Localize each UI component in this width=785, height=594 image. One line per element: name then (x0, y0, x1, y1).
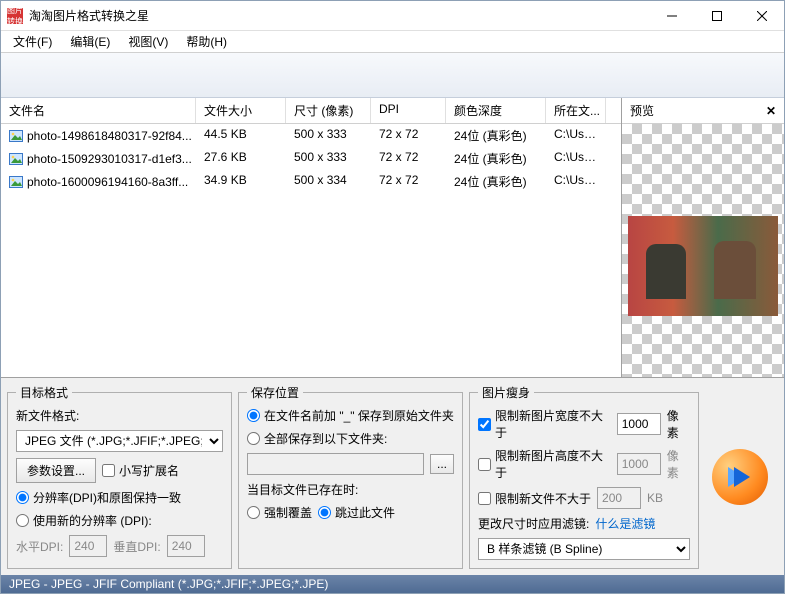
new-format-label: 新文件格式: (16, 407, 223, 424)
cell-dpi: 72 x 72 (371, 147, 446, 170)
filter-label: 更改尺寸时应用滤镜: (478, 515, 589, 532)
cell-depth: 24位 (真彩色) (446, 147, 546, 170)
titlebar: 图片转换 淘淘图片格式转换之星 (1, 1, 784, 31)
limit-width-input[interactable] (617, 413, 661, 435)
legend-target: 目标格式 (16, 384, 72, 401)
legend-resize: 图片瘦身 (478, 384, 534, 401)
radio-keep-dpi[interactable]: 分辨率(DPI)和原图保持一致 (16, 489, 223, 506)
cb-limit-height[interactable]: 限制新图片高度不大于 (478, 447, 611, 481)
cell-name: photo-1498618480317-92f84... (1, 124, 196, 147)
cell-size: 27.6 KB (196, 147, 286, 170)
window-title: 淘淘图片格式转换之星 (29, 7, 649, 24)
browse-folder-button[interactable]: ... (430, 454, 454, 474)
cell-dim: 500 x 333 (286, 147, 371, 170)
cell-depth: 24位 (真彩色) (446, 170, 546, 193)
menu-file[interactable]: 文件(F) (9, 31, 56, 52)
preview-pane: 预览 ✕ (622, 98, 784, 377)
window-controls (649, 1, 784, 31)
cb-limit-width[interactable]: 限制新图片宽度不大于 (478, 407, 611, 441)
exists-label: 当目标文件已存在时: (247, 481, 454, 498)
col-header-dim[interactable]: 尺寸 (像素) (286, 98, 371, 123)
vdpi-input (167, 535, 205, 557)
cell-path: C:\Use... (546, 124, 606, 147)
unit-px-h: 像素 (667, 447, 690, 481)
menu-help[interactable]: 帮助(H) (182, 31, 231, 52)
bottom-panel: 目标格式 新文件格式: JPEG 文件 (*.JPG;*.JFIF;*.JPEG… (1, 378, 784, 575)
preview-image (628, 216, 778, 316)
cell-size: 34.9 KB (196, 170, 286, 193)
lowercase-ext-checkbox[interactable]: 小写扩展名 (102, 462, 179, 479)
content-area: 文件名 文件大小 尺寸 (像素) DPI 颜色深度 所在文... photo-1… (1, 98, 784, 378)
radio-overwrite[interactable]: 强制覆盖 (247, 504, 312, 521)
cb-limit-filesize[interactable]: 限制新文件不大于 (478, 490, 591, 507)
menu-view[interactable]: 视图(V) (124, 31, 172, 52)
radio-skip[interactable]: 跳过此文件 (318, 504, 395, 521)
radio-save-prefix[interactable]: 在文件名前加 "_" 保存到原始文件夹 (247, 407, 454, 424)
cell-name: photo-1600096194160-8a3ff... (1, 170, 196, 193)
cell-dpi: 72 x 72 (371, 124, 446, 147)
statusbar: JPEG - JPEG - JFIF Compliant (*.JPG;*.JF… (1, 575, 784, 593)
cell-dpi: 72 x 72 (371, 170, 446, 193)
unit-px-w: 像素 (667, 407, 690, 441)
filter-select[interactable]: B 样条滤镜 (B Spline) (478, 538, 690, 560)
col-header-name[interactable]: 文件名 (1, 98, 196, 123)
file-list: 文件名 文件大小 尺寸 (像素) DPI 颜色深度 所在文... photo-1… (1, 98, 622, 377)
hdpi-input (69, 535, 107, 557)
play-logo-icon[interactable] (712, 449, 768, 505)
logo-area (705, 384, 775, 569)
status-text: JPEG - JPEG - JFIF Compliant (*.JPG;*.JF… (9, 577, 328, 591)
cell-depth: 24位 (真彩色) (446, 124, 546, 147)
legend-save: 保存位置 (247, 384, 303, 401)
format-select[interactable]: JPEG 文件 (*.JPG;*.JFIF;*.JPEG;* (16, 430, 223, 452)
preview-close-icon[interactable]: ✕ (766, 104, 776, 118)
cell-path: C:\Use... (546, 147, 606, 170)
toolbar (1, 53, 784, 98)
group-image-resize: 图片瘦身 限制新图片宽度不大于 像素 限制新图片高度不大于 像素 限制新文件不大… (469, 384, 699, 569)
app-icon: 图片转换 (7, 8, 23, 24)
minimize-button[interactable] (649, 1, 694, 31)
filter-help-link[interactable]: 什么是滤镜 (595, 515, 655, 532)
close-button[interactable] (739, 1, 784, 31)
unit-kb: KB (647, 491, 663, 505)
col-header-path[interactable]: 所在文... (546, 98, 606, 123)
col-header-depth[interactable]: 颜色深度 (446, 98, 546, 123)
cell-size: 44.5 KB (196, 124, 286, 147)
preview-header: 预览 ✕ (622, 98, 784, 124)
table-header: 文件名 文件大小 尺寸 (像素) DPI 颜色深度 所在文... (1, 98, 621, 124)
limit-filesize-input (597, 487, 641, 509)
params-button[interactable]: 参数设置... (16, 458, 96, 483)
hdpi-label: 水平DPI: (16, 538, 63, 555)
group-save-location: 保存位置 在文件名前加 "_" 保存到原始文件夹 全部保存到以下文件夹: ...… (238, 384, 463, 569)
radio-save-folder[interactable]: 全部保存到以下文件夹: (247, 430, 454, 447)
table-row[interactable]: photo-1498618480317-92f84...44.5 KB500 x… (1, 124, 621, 147)
maximize-button[interactable] (694, 1, 739, 31)
cell-dim: 500 x 333 (286, 124, 371, 147)
preview-body (622, 124, 784, 377)
cell-name: photo-1509293010317-d1ef3... (1, 147, 196, 170)
cell-path: C:\Use... (546, 170, 606, 193)
menubar: 文件(F) 编辑(E) 视图(V) 帮助(H) (1, 31, 784, 53)
limit-height-input (617, 453, 661, 475)
cell-dim: 500 x 334 (286, 170, 371, 193)
vdpi-label: 垂直DPI: (113, 538, 160, 555)
table-row[interactable]: photo-1509293010317-d1ef3...27.6 KB500 x… (1, 147, 621, 170)
table-row[interactable]: photo-1600096194160-8a3ff...34.9 KB500 x… (1, 170, 621, 193)
save-folder-input (247, 453, 424, 475)
preview-title: 预览 (630, 102, 654, 119)
group-target-format: 目标格式 新文件格式: JPEG 文件 (*.JPG;*.JFIF;*.JPEG… (7, 384, 232, 569)
col-header-dpi[interactable]: DPI (371, 98, 446, 123)
table-body[interactable]: photo-1498618480317-92f84...44.5 KB500 x… (1, 124, 621, 377)
menu-edit[interactable]: 编辑(E) (66, 31, 114, 52)
radio-new-dpi[interactable]: 使用新的分辨率 (DPI): (16, 512, 223, 529)
col-header-size[interactable]: 文件大小 (196, 98, 286, 123)
